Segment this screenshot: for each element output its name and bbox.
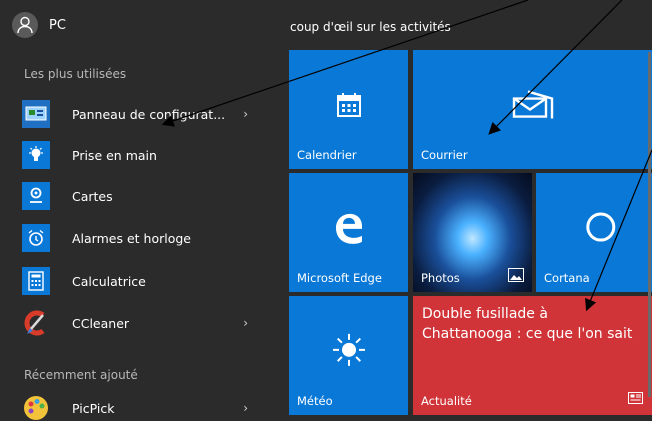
app-item-label: Alarmes et horloge bbox=[72, 230, 191, 246]
start-menu: PC Les plus utilisées Panneau de configu… bbox=[0, 0, 652, 421]
app-item-maps[interactable]: Cartes bbox=[22, 178, 272, 214]
chevron-right-icon[interactable]: › bbox=[243, 316, 248, 330]
user-account[interactable]: PC bbox=[12, 10, 66, 40]
tile-photos[interactable]: Photos bbox=[413, 173, 532, 292]
tile-cortana-label: Cortana bbox=[544, 271, 590, 285]
tile-edge-label: Microsoft Edge bbox=[297, 271, 382, 285]
tiles-group-header: coup d'œil sur les activités bbox=[290, 20, 451, 34]
maps-icon bbox=[22, 182, 50, 210]
alarm-clock-icon bbox=[22, 224, 50, 252]
picpick-icon bbox=[22, 394, 50, 421]
chevron-right-icon[interactable]: › bbox=[243, 401, 248, 415]
calculator-icon bbox=[22, 267, 50, 295]
section-most-used: Les plus utilisées bbox=[24, 67, 127, 81]
app-item-label: PicPick bbox=[72, 400, 115, 416]
tile-weather[interactable]: Météo bbox=[289, 296, 408, 415]
newspaper-icon bbox=[628, 392, 643, 407]
app-item-get-started[interactable]: Prise en main bbox=[22, 137, 272, 173]
user-avatar-icon bbox=[12, 12, 38, 38]
tile-cortana[interactable]: Cortana bbox=[536, 173, 652, 292]
control-panel-icon bbox=[22, 100, 50, 128]
tile-mail-label: Courrier bbox=[421, 148, 468, 162]
app-item-control-panel[interactable]: Panneau de configurat... › bbox=[22, 96, 272, 132]
tile-photos-label: Photos bbox=[421, 271, 460, 285]
app-item-label: Panneau de configurat... bbox=[72, 106, 226, 122]
tile-calendar[interactable]: Calendrier bbox=[289, 50, 408, 169]
app-item-label: Calculatrice bbox=[72, 273, 146, 289]
edge-icon bbox=[331, 208, 367, 247]
tile-mail[interactable]: Courrier bbox=[413, 50, 652, 169]
tile-calendar-label: Calendrier bbox=[297, 148, 357, 162]
app-item-label: Cartes bbox=[72, 188, 113, 204]
app-list-panel: PC Les plus utilisées Panneau de configu… bbox=[0, 0, 281, 421]
app-item-label: CCleaner bbox=[72, 315, 130, 331]
cortana-icon bbox=[584, 210, 618, 247]
tile-news-label: Actualité bbox=[421, 394, 472, 408]
app-item-ccleaner[interactable]: CCleaner › bbox=[22, 305, 272, 341]
photo-icon bbox=[508, 268, 524, 285]
news-headline: Double fusillade à Chattanooga : ce que … bbox=[422, 306, 633, 342]
app-item-calculator[interactable]: Calculatrice bbox=[22, 263, 272, 299]
tile-microsoft-edge[interactable]: Microsoft Edge bbox=[289, 173, 408, 292]
mail-icon bbox=[512, 89, 554, 122]
lightbulb-icon bbox=[22, 141, 50, 169]
tiles-scrollbar[interactable] bbox=[648, 52, 651, 397]
app-item-picpick[interactable]: PicPick › bbox=[22, 390, 272, 421]
app-item-alarms[interactable]: Alarmes et horloge bbox=[22, 220, 272, 256]
calendar-icon bbox=[336, 92, 362, 121]
chevron-right-icon[interactable]: › bbox=[243, 107, 248, 121]
sun-icon bbox=[331, 331, 367, 370]
ccleaner-icon bbox=[22, 309, 50, 337]
section-recently-added: Récemment ajouté bbox=[24, 368, 138, 382]
tile-news[interactable]: Double fusillade à Chattanooga : ce que … bbox=[413, 296, 652, 415]
tile-weather-label: Météo bbox=[297, 394, 333, 408]
app-item-label: Prise en main bbox=[72, 147, 157, 163]
user-name: PC bbox=[49, 17, 66, 33]
